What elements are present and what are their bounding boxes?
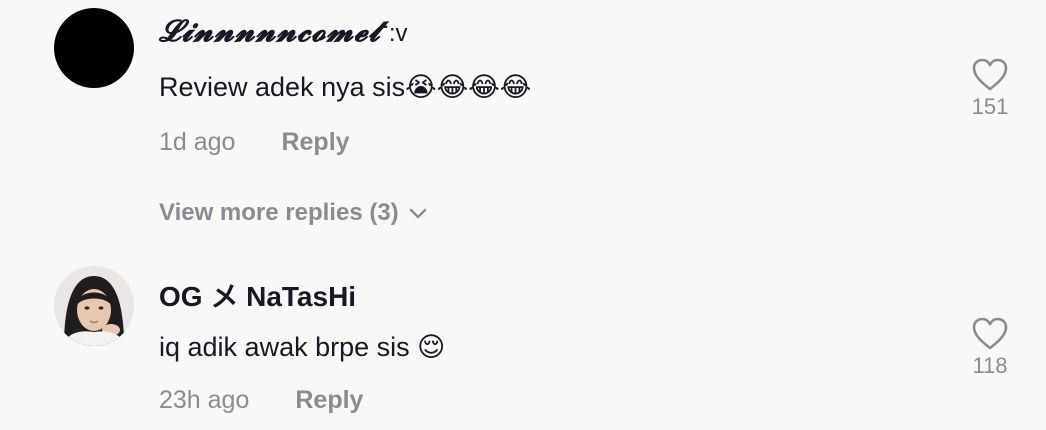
avatar[interactable] [54,8,134,88]
chevron-down-icon [409,208,426,218]
comment-username[interactable]: 𝓛𝓲𝓷𝓷𝓷𝓷𝓷𝓬𝓸𝓶𝓮𝓽 :v [159,14,408,49]
reply-button[interactable]: Reply [281,128,349,156]
comment-text: Review adek nya sis😭😂😂😂 [159,72,532,102]
comment-text: iq adik awak brpe sis 😌 [159,332,446,362]
comment-time: 23h ago [159,386,250,414]
avatar[interactable] [54,266,134,346]
username-suffix: :v [388,20,408,47]
username-text: 𝓛𝓲𝓷𝓷𝓷𝓷𝓷𝓬𝓸𝓶𝓮𝓽 [159,14,381,49]
like-count: 118 [972,353,1008,378]
comment-time: 1d ago [159,128,236,156]
like-button[interactable]: 151 [965,58,1015,120]
like-button[interactable]: 118 [965,317,1015,379]
view-more-replies[interactable]: View more replies (3) [159,199,427,227]
comment-meta: 1d ago Reply [159,128,350,157]
view-more-replies-label: View more replies (3) [159,199,399,226]
reply-button[interactable]: Reply [295,386,363,414]
heart-icon [972,317,1008,350]
heart-icon [972,58,1008,91]
comment-username[interactable]: OG メ NaTasHi [159,275,356,315]
comment-meta: 23h ago Reply [159,386,363,415]
like-count: 151 [971,94,1009,119]
profile-photo [54,266,134,346]
